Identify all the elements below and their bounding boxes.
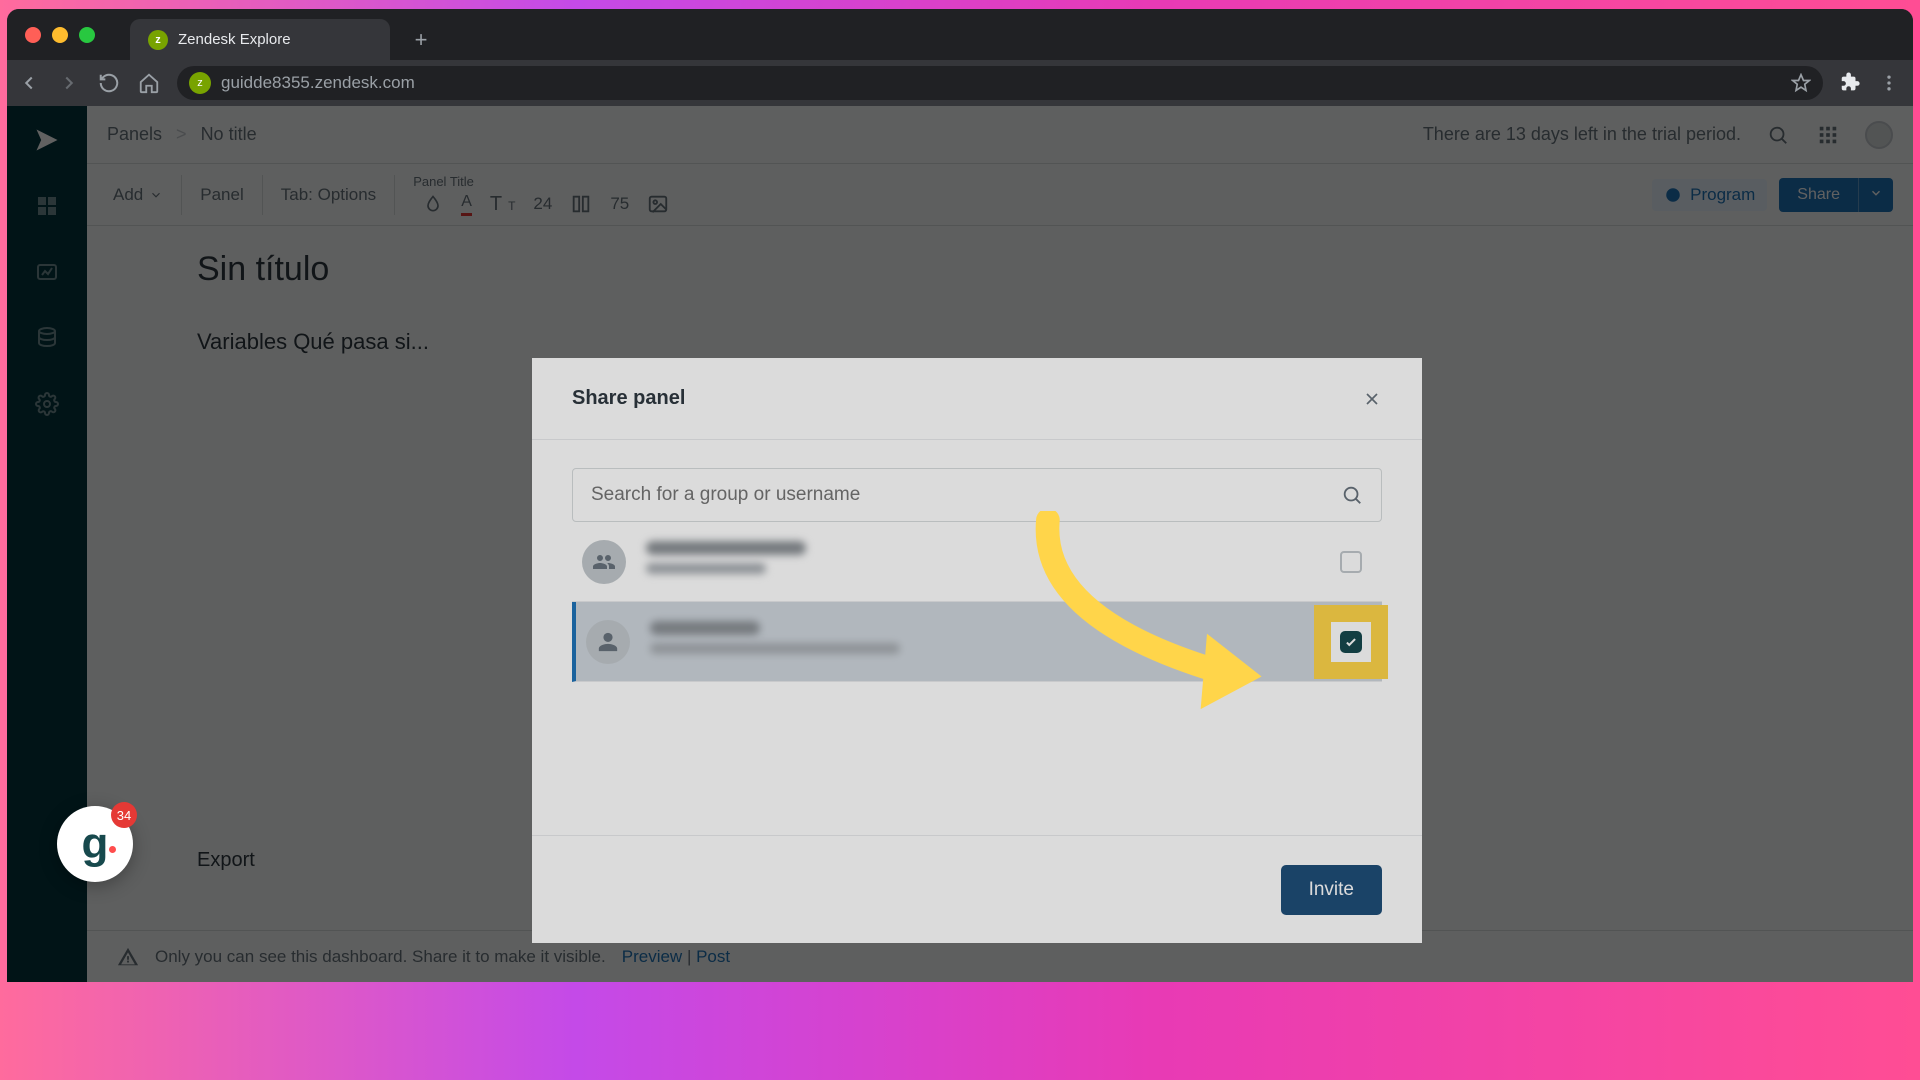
- reload-icon[interactable]: [97, 72, 121, 94]
- group-avatar-icon: [582, 540, 626, 584]
- nav-bar: z guidde8355.zendesk.com: [7, 60, 1913, 106]
- window-close-icon[interactable]: [25, 27, 41, 43]
- site-favicon-icon: z: [189, 72, 211, 94]
- url-text: guidde8355.zendesk.com: [221, 73, 1781, 93]
- user-avatar-icon: [586, 620, 630, 664]
- app-shell: Panels > No title There are 13 days left…: [7, 106, 1913, 982]
- back-icon[interactable]: [17, 72, 41, 94]
- user-meta: [650, 621, 1278, 662]
- search-field[interactable]: [572, 468, 1382, 522]
- window-maximize-icon[interactable]: [79, 27, 95, 43]
- search-input[interactable]: [591, 484, 1331, 506]
- close-icon: [1362, 389, 1382, 409]
- url-bar[interactable]: z guidde8355.zendesk.com: [177, 66, 1823, 100]
- blurred-name: [650, 621, 760, 635]
- highlighted-checkbox[interactable]: [1314, 605, 1388, 679]
- invite-button[interactable]: Invite: [1281, 865, 1382, 915]
- checkbox-checked-icon: [1340, 631, 1362, 653]
- list-item-user[interactable]: [572, 602, 1382, 682]
- extensions-icon[interactable]: [1839, 72, 1863, 94]
- title-bar: z Zendesk Explore +: [7, 9, 1913, 60]
- select-checkbox[interactable]: [1340, 551, 1362, 573]
- invite-label: Invite: [1309, 879, 1354, 900]
- forward-icon[interactable]: [57, 72, 81, 94]
- window-minimize-icon[interactable]: [52, 27, 68, 43]
- new-tab-button[interactable]: +: [404, 23, 438, 57]
- browser-window: z Zendesk Explore + z guidde8355.zendesk…: [7, 9, 1913, 982]
- modal-header: Share panel: [532, 358, 1422, 440]
- blurred-detail: [646, 563, 766, 574]
- user-meta: [646, 541, 1320, 582]
- zendesk-favicon-icon: z: [148, 30, 168, 50]
- tab-title: Zendesk Explore: [178, 31, 291, 48]
- guidde-badge[interactable]: g 34: [57, 806, 133, 882]
- guidde-logo-icon: g: [82, 819, 109, 869]
- guidde-count: 34: [111, 802, 137, 828]
- search-icon[interactable]: [1341, 484, 1363, 506]
- home-icon[interactable]: [137, 72, 161, 94]
- modal-footer: Invite: [532, 835, 1422, 943]
- user-list: [572, 522, 1382, 682]
- traffic-lights: [25, 27, 95, 43]
- list-item-group[interactable]: [572, 522, 1382, 602]
- bookmark-star-icon[interactable]: [1791, 73, 1811, 93]
- kebab-menu-icon[interactable]: [1879, 73, 1903, 93]
- browser-tab[interactable]: z Zendesk Explore: [130, 19, 390, 61]
- share-panel-modal: Share panel: [532, 358, 1422, 943]
- modal-close-button[interactable]: [1362, 389, 1382, 409]
- blurred-detail: [650, 643, 900, 654]
- modal-title: Share panel: [572, 387, 685, 410]
- blurred-name: [646, 541, 806, 555]
- checkbox-empty-icon: [1340, 551, 1362, 573]
- modal-body: [532, 440, 1422, 835]
